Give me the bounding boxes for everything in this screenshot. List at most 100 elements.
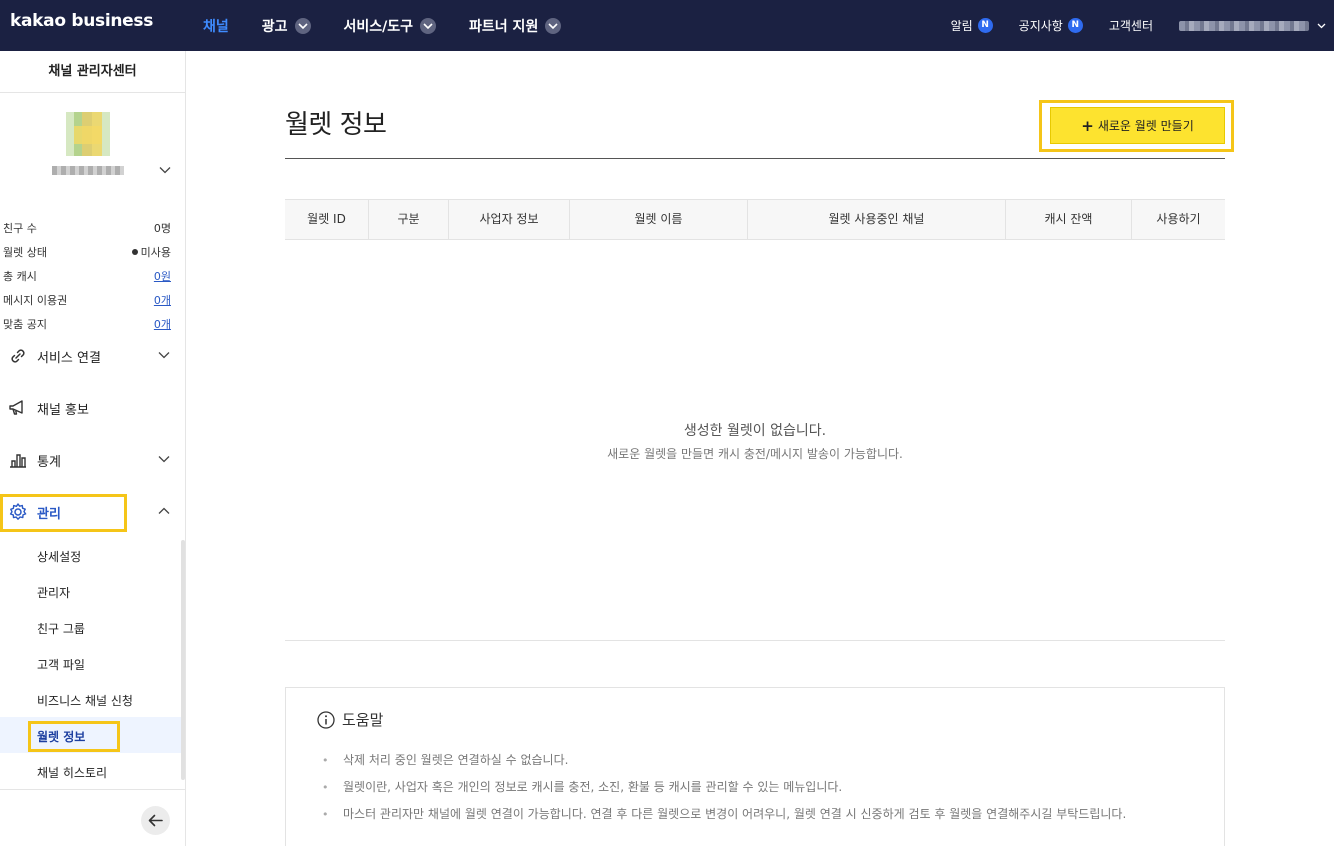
new-badge: N xyxy=(977,18,993,33)
global-nav: 채널 광고 서비스/도구 파트너 지원 xyxy=(203,0,594,51)
table-bottom-divider xyxy=(285,640,1225,641)
help-item: 마스터 관리자만 채널에 월렛 연결이 가능합니다. 연결 후 다른 월렛으로 … xyxy=(318,804,1158,825)
channel-stats: 친구 수 0명 월렛 상태 미사용 총 캐시 0원 메시지 이용권 0개 맞춤 공지 0개 xyxy=(0,215,186,335)
menu-label: 통계 xyxy=(37,455,61,470)
help-item: 월렛이란, 사업자 혹은 개인의 정보로 캐시를 충전, 소진, 환불 등 캐시… xyxy=(318,777,1158,798)
chevron-down-icon xyxy=(545,17,562,34)
nav-partner-support[interactable]: 파트너 지원 xyxy=(469,16,562,36)
stat-custom-notice: 맞춤 공지 0개 xyxy=(0,311,186,335)
nav-services-tools[interactable]: 서비스/도구 xyxy=(344,16,437,36)
new-badge: N xyxy=(1067,18,1083,33)
column-header: 월렛 사용중인 채널 xyxy=(748,200,1006,239)
megaphone-icon xyxy=(9,400,23,415)
nav-ads[interactable]: 광고 xyxy=(262,16,311,36)
submenu-business-channel-apply[interactable]: 비즈니스 채널 신청 xyxy=(0,681,182,717)
column-header: 사용하기 xyxy=(1156,212,1201,226)
sidebar-scrollbar[interactable] xyxy=(181,540,185,780)
stat-value-link[interactable]: 0개 xyxy=(154,292,171,308)
empty-state-description: 새로운 월렛을 만들면 캐시 충전/메시지 발송이 가능합니다. xyxy=(607,447,903,461)
menu-statistics[interactable]: 통계 xyxy=(0,441,186,477)
wallet-table-header: 월렛 ID 구분 사업자 정보 월렛 이름 월렛 사용중인 채널 캐시 잔액 사… xyxy=(285,199,1225,240)
stat-message-voucher: 메시지 이용권 0개 xyxy=(0,287,186,311)
column-header: 사업자 정보 xyxy=(449,200,570,239)
kakao-business-logo[interactable]: kakao business xyxy=(10,11,153,31)
submenu-label: 채널 히스토리 xyxy=(37,766,108,780)
nav-channel[interactable]: 채널 xyxy=(203,16,229,36)
chevron-down-icon xyxy=(294,17,311,34)
submenu-label: 비즈니스 채널 신청 xyxy=(37,694,133,708)
stat-label: 총 캐시 xyxy=(3,270,37,283)
menu-label: 서비스 연결 xyxy=(37,351,101,366)
sidebar-footer xyxy=(0,789,186,846)
nav-channel-label: 채널 xyxy=(203,18,229,35)
stat-value-link[interactable]: 0원 xyxy=(154,268,171,284)
link-icon xyxy=(11,349,25,363)
highlight-annotation xyxy=(0,494,127,532)
stat-wallet-status: 월렛 상태 미사용 xyxy=(0,239,186,263)
column-header: 구분 xyxy=(369,200,449,239)
stat-label: 친구 수 xyxy=(3,222,37,235)
channel-profile-image xyxy=(66,112,110,156)
submenu-admins[interactable]: 관리자 xyxy=(0,573,182,609)
stat-value: 미사용 xyxy=(131,244,171,260)
channel-name-blurred xyxy=(52,166,124,175)
chevron-down-icon[interactable] xyxy=(1317,23,1326,29)
submenu-label: 관리자 xyxy=(37,586,71,600)
alarm-label: 알림 xyxy=(950,19,973,33)
help-item: 삭제 처리 중인 월렛은 연결하실 수 없습니다. xyxy=(318,750,1158,771)
bar-chart-icon xyxy=(10,454,26,468)
column-header: 월렛 이름 xyxy=(570,200,748,239)
page-title: 월렛 정보 xyxy=(285,110,387,140)
menu-channel-promotion[interactable]: 채널 홍보 xyxy=(0,389,186,425)
submenu-customer-files[interactable]: 고객 파일 xyxy=(0,645,182,681)
help-list: 삭제 처리 중인 월렛은 연결하실 수 없습니다. 월렛이란, 사업자 혹은 개… xyxy=(318,750,1158,831)
sidebar-title: 채널 관리자센터 xyxy=(0,51,185,93)
nav-ads-label: 광고 xyxy=(261,18,288,35)
sidebar: 채널 관리자센터 친구 수 0명 월렛 상태 미사용 총 캐시 0원 메시지 이용권 0… xyxy=(0,51,186,846)
create-wallet-button[interactable]: + 새로운 월렛 만들기 xyxy=(1050,107,1225,144)
stat-value-link[interactable]: 0개 xyxy=(154,316,171,332)
help-title-text: 도움말 xyxy=(342,711,384,729)
notice-link[interactable]: 공지사항 N xyxy=(1019,17,1083,34)
stat-label: 월렛 상태 xyxy=(3,246,47,259)
chevron-down-icon xyxy=(158,352,170,359)
stat-value: 0명 xyxy=(153,222,171,235)
info-icon xyxy=(317,710,335,729)
submenu-friend-groups[interactable]: 친구 그룹 xyxy=(0,609,182,645)
menu-label: 채널 홍보 xyxy=(37,403,89,418)
submenu-label: 고객 파일 xyxy=(37,658,85,672)
submenu-channel-history[interactable]: 채널 히스토리 xyxy=(0,753,182,789)
collapse-sidebar-button[interactable] xyxy=(141,806,170,835)
chevron-down-icon xyxy=(158,456,170,463)
column-header: 월렛 ID xyxy=(285,200,369,239)
stat-friends: 친구 수 0명 xyxy=(0,215,186,239)
chevron-up-icon xyxy=(158,507,170,514)
stat-label: 메시지 이용권 xyxy=(3,294,68,307)
arrow-left-icon xyxy=(148,814,163,827)
alarm-link[interactable]: 알림 N xyxy=(951,17,993,34)
submenu-detail-settings[interactable]: 상세설정 xyxy=(0,537,182,573)
nav-partner-support-label: 파트너 지원 xyxy=(469,18,539,35)
notice-label: 공지사항 xyxy=(1018,19,1063,33)
chevron-down-icon xyxy=(420,17,437,34)
menu-service-connect[interactable]: 서비스 연결 xyxy=(0,337,186,373)
customer-center-label: 고객센터 xyxy=(1108,19,1153,33)
title-divider xyxy=(285,158,1225,159)
stat-value-text: 미사용 xyxy=(140,246,171,259)
column-header: 캐시 잔액 xyxy=(1006,200,1132,239)
stat-label: 맞춤 공지 xyxy=(3,318,47,331)
customer-center-link[interactable]: 고객센터 xyxy=(1109,17,1153,34)
submenu-label: 친구 그룹 xyxy=(37,622,85,636)
chevron-down-icon[interactable] xyxy=(159,166,171,174)
empty-state-title: 생성한 월렛이 없습니다. xyxy=(683,423,827,439)
top-navigation-bar: kakao business 채널 광고 서비스/도구 파트너 지원 알림 N 공… xyxy=(0,0,1334,51)
highlight-annotation xyxy=(28,721,120,752)
utility-menu: 알림 N 공지사항 N 고객센터 xyxy=(951,0,1334,51)
account-menu-blurred[interactable] xyxy=(1179,20,1309,31)
create-wallet-label: 새로운 월렛 만들기 xyxy=(1097,119,1194,133)
plus-icon: + xyxy=(1081,116,1094,135)
nav-services-tools-label: 서비스/도구 xyxy=(343,18,414,35)
submenu-label: 상세설정 xyxy=(37,550,82,564)
help-title: 도움말 xyxy=(316,709,383,730)
stat-total-cash: 총 캐시 0원 xyxy=(0,263,186,287)
